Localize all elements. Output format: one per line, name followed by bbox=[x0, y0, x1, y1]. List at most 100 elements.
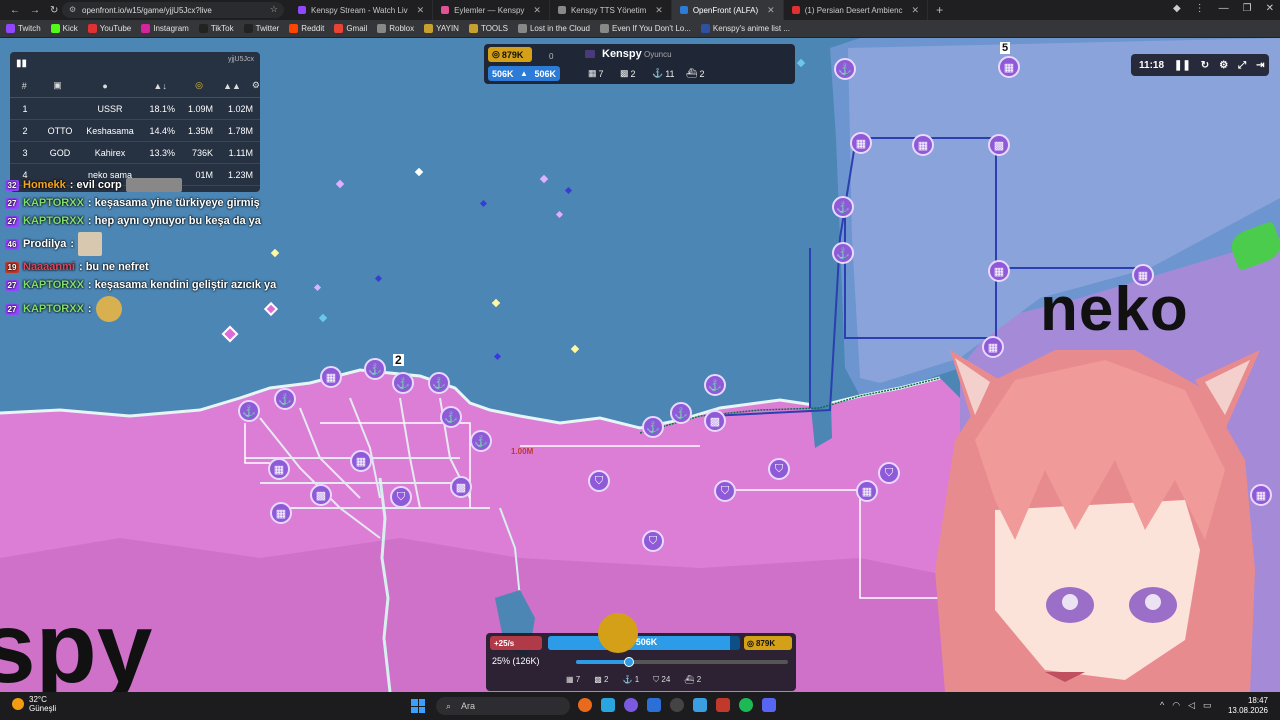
app-icon[interactable] bbox=[693, 698, 707, 712]
fullscreen-icon[interactable]: ⤢ bbox=[1238, 60, 1246, 71]
minimize-button[interactable]: — bbox=[1219, 3, 1229, 14]
close-icon[interactable]: ✕ bbox=[417, 5, 425, 16]
browser-tab-active[interactable]: OpenFront (ALFA) ✕ bbox=[671, 0, 784, 20]
battery-icon[interactable]: ▭ bbox=[1203, 700, 1212, 711]
bookmark-item[interactable]: Twitch bbox=[6, 24, 41, 33]
restart-icon[interactable]: ↻ bbox=[1201, 60, 1209, 71]
city-marker-icon[interactable]: ▦ bbox=[268, 458, 290, 480]
city-count[interactable]: ▦ 7 bbox=[566, 675, 580, 685]
menu-icon[interactable]: ⋮ bbox=[1195, 3, 1205, 14]
shield-count[interactable]: ⛉ 24 bbox=[653, 675, 670, 685]
app-icon[interactable] bbox=[670, 698, 684, 712]
chevron-up-icon[interactable]: ^ bbox=[1160, 700, 1164, 711]
shield-marker-icon[interactable]: ⛉ bbox=[768, 458, 790, 480]
taskbar-search[interactable]: ⌕ Ara bbox=[436, 697, 570, 715]
anchor-marker-icon[interactable]: ⚓ bbox=[832, 196, 854, 218]
factory-marker-icon[interactable]: ▩ bbox=[988, 134, 1010, 156]
app-icon[interactable] bbox=[716, 698, 730, 712]
pause-button[interactable]: ❚❚ bbox=[1174, 60, 1191, 71]
bookmark-item[interactable]: Roblox bbox=[377, 24, 414, 33]
anchor-marker-icon[interactable]: ⚓ bbox=[440, 406, 462, 428]
new-tab-button[interactable]: + bbox=[928, 3, 951, 17]
factory-marker-icon[interactable]: ▩ bbox=[704, 410, 726, 432]
anchor-marker-icon[interactable]: ⚓ bbox=[364, 358, 386, 380]
city-marker-icon[interactable]: ▦ bbox=[850, 132, 872, 154]
gold-header-icon[interactable]: ◎ bbox=[167, 80, 203, 91]
wifi-icon[interactable]: ◠ bbox=[1172, 700, 1180, 711]
close-icon[interactable]: ✕ bbox=[912, 5, 920, 16]
close-icon[interactable]: ✕ bbox=[533, 5, 541, 16]
slider-knob[interactable] bbox=[624, 657, 634, 667]
factory-count[interactable]: ▩ 2 bbox=[594, 675, 608, 685]
app-icon[interactable] bbox=[624, 698, 638, 712]
anchor-marker-icon[interactable]: ⚓ bbox=[392, 372, 414, 394]
maximize-button[interactable]: ❐ bbox=[1243, 3, 1252, 14]
shield-marker-icon[interactable]: ⛉ bbox=[714, 480, 736, 502]
bookmark-item[interactable]: Kick bbox=[50, 24, 78, 33]
tab-favicon-icon bbox=[679, 6, 688, 14]
factory-marker-icon[interactable]: ▩ bbox=[450, 476, 472, 498]
bookmark-item[interactable]: Lost in the Cloud bbox=[517, 24, 590, 33]
city-marker-icon[interactable]: ▦ bbox=[988, 260, 1010, 282]
territory-header-icon[interactable]: ▲↓ bbox=[134, 81, 166, 91]
bookmark-item[interactable]: YouTube bbox=[87, 24, 131, 33]
anchor-marker-icon[interactable]: ⚓ bbox=[832, 242, 854, 264]
factory-marker-icon[interactable]: ▩ bbox=[310, 484, 332, 506]
settings-icon[interactable]: ⚙ bbox=[1219, 60, 1228, 71]
browser-tab[interactable]: (1) Persian Desert Ambienc ✕ bbox=[784, 0, 929, 20]
clan-header-icon[interactable]: ▣ bbox=[39, 80, 77, 91]
bookmark-item[interactable]: Twitter bbox=[243, 24, 279, 33]
settings-icon[interactable]: ⚙ bbox=[241, 80, 260, 91]
app-icon[interactable] bbox=[762, 698, 776, 712]
bookmark-item[interactable]: TOOLS bbox=[468, 24, 508, 33]
volume-icon[interactable]: ◁ bbox=[1188, 700, 1195, 711]
anchor-marker-icon[interactable]: ⚓ bbox=[704, 374, 726, 396]
chart-icon[interactable]: ▮▮ bbox=[16, 58, 30, 70]
browser-tab[interactable]: Eylemler — Kenspy ✕ bbox=[433, 0, 550, 20]
anchor-marker-icon[interactable]: ⚓ bbox=[834, 58, 856, 80]
close-icon[interactable]: ✕ bbox=[767, 5, 775, 16]
close-window-button[interactable]: ✕ bbox=[1266, 3, 1274, 14]
anchor-marker-icon[interactable]: ⚓ bbox=[470, 430, 492, 452]
troops-header-icon[interactable]: ▲▲ bbox=[203, 81, 241, 91]
anchor-marker-icon[interactable]: ⚓ bbox=[642, 416, 664, 438]
shield-marker-icon[interactable]: ⛉ bbox=[642, 530, 664, 552]
anchor-marker-icon[interactable]: ⚓ bbox=[670, 402, 692, 424]
city-marker-icon[interactable]: ▦ bbox=[912, 134, 934, 156]
browser-tab[interactable]: Kenspy TTS Yönetim ✕ bbox=[550, 0, 672, 20]
close-icon[interactable]: ✕ bbox=[655, 5, 663, 16]
weather-widget[interactable]: 32°C Güneşli bbox=[12, 695, 56, 713]
app-icon[interactable] bbox=[601, 698, 615, 712]
shield-marker-icon[interactable]: ⛉ bbox=[878, 462, 900, 484]
bookmark-item[interactable]: Instagram bbox=[141, 24, 189, 33]
bookmark-item[interactable]: Reddit bbox=[289, 24, 324, 33]
city-marker-icon[interactable]: ▦ bbox=[856, 480, 878, 502]
app-icon[interactable] bbox=[578, 698, 592, 712]
exit-icon[interactable]: ⇥ bbox=[1256, 60, 1264, 71]
anchor-marker-icon[interactable]: ⚓ bbox=[238, 400, 260, 422]
bookmark-item[interactable]: Kenspy's anime list ... bbox=[700, 24, 790, 33]
bookmark-item[interactable]: Even If You Don't Lo... bbox=[599, 24, 691, 33]
shield-marker-icon[interactable]: ⛉ bbox=[390, 486, 412, 508]
city-marker-icon[interactable]: ▦ bbox=[998, 56, 1020, 78]
attack-ratio-slider[interactable] bbox=[576, 657, 788, 667]
bookmark-item[interactable]: Gmail bbox=[334, 24, 367, 33]
taskbar-clock[interactable]: 18:47 13.08.2026 bbox=[1228, 696, 1268, 716]
city-marker-icon[interactable]: ▦ bbox=[320, 366, 342, 388]
extension-icon[interactable]: ◆ bbox=[1173, 3, 1181, 14]
shield-marker-icon[interactable]: ⛉ bbox=[588, 470, 610, 492]
bookmark-item[interactable]: TikTok bbox=[198, 24, 234, 33]
city-marker-icon[interactable]: ▦ bbox=[270, 502, 292, 524]
player-header-icon[interactable]: ● bbox=[77, 81, 134, 91]
anchor-count[interactable]: ⚓ 1 bbox=[623, 675, 640, 685]
spotify-icon[interactable] bbox=[739, 698, 753, 712]
city-marker-icon[interactable]: ▦ bbox=[350, 450, 372, 472]
anchor-marker-icon[interactable]: ⚓ bbox=[428, 372, 450, 394]
app-icon[interactable] bbox=[647, 698, 661, 712]
browser-tab[interactable]: Kenspy Stream - Watch Liv ✕ bbox=[290, 0, 434, 20]
ship-count[interactable]: ⛴ 2 bbox=[684, 675, 701, 685]
bookmark-item[interactable]: YAYIN bbox=[424, 24, 459, 33]
anchor-marker-icon[interactable]: ⚓ bbox=[274, 388, 296, 410]
windows-start-icon[interactable] bbox=[411, 699, 425, 713]
zero-counter: 0 bbox=[549, 52, 554, 61]
